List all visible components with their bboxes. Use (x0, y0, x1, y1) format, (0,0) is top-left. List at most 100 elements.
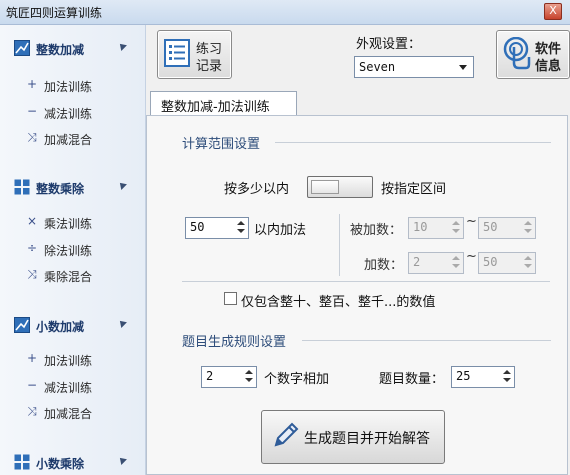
divider (275, 142, 551, 143)
digits-label: 个数字相加 (264, 372, 330, 387)
within-value-stepper[interactable]: 50 (185, 217, 249, 239)
chevron-down-icon (459, 65, 467, 70)
sidebar-item-label: 加法训练 (44, 80, 93, 94)
sidebar-item-decimal-add-sub-mix[interactable]: ⤨ 加减混合 (26, 404, 136, 421)
software-info-label-line2: 信息 (535, 59, 562, 74)
sidebar-group-decimal-mul-div[interactable]: 小数乘除 (14, 453, 134, 471)
digits-value: 2 (206, 369, 214, 383)
practice-record-button[interactable]: 练习 记录 (157, 30, 232, 79)
sidebar-item-label: 减法训练 (44, 107, 93, 121)
augend-min-stepper[interactable]: 10 (408, 217, 464, 239)
software-info-button[interactable]: 软件 信息 (496, 30, 570, 79)
divider (182, 281, 550, 282)
theme-select[interactable]: Seven (354, 56, 474, 78)
sidebar-item-decimal-sub[interactable]: − 减法训练 (26, 378, 136, 395)
collapse-arrow-icon[interactable] (117, 41, 127, 51)
range-tilde: ~ (466, 214, 477, 229)
close-icon: X (549, 4, 557, 17)
count-label: 题目数量： (379, 372, 445, 387)
toggle-knob[interactable] (311, 180, 339, 194)
addend-max-value: 50 (483, 255, 498, 269)
sidebar-group-label: 整数加减 (36, 43, 85, 57)
window-title: 筑匠四则运算训练 (6, 6, 103, 20)
list-icon (164, 39, 190, 67)
augend-label: 被加数： (350, 223, 403, 238)
addend-max-stepper[interactable]: 50 (478, 252, 536, 274)
sidebar-item-label: 加减混合 (44, 407, 93, 421)
shuffle-icon: ⤨ (27, 404, 37, 418)
sidebar-item-integer-add-sub-mix[interactable]: ⤨ 加减混合 (26, 130, 136, 147)
stepper-arrows-icon[interactable] (503, 369, 511, 383)
within-label: 以内加法 (254, 223, 307, 238)
sidebar-item-integer-add[interactable]: + 加法训练 (26, 77, 136, 94)
question-count-value: 25 (456, 369, 471, 383)
chart-icon (14, 317, 30, 333)
sidebar-item-integer-mul-div-mix[interactable]: ⤨ 乘除混合 (26, 267, 136, 284)
tab-label: 整数加减-加法训练 (161, 100, 270, 115)
stepper-arrows-icon[interactable] (524, 255, 532, 269)
sidebar-group-label: 小数乘除 (36, 457, 85, 471)
multiply-icon: × (26, 214, 38, 228)
plus-icon: + (26, 77, 38, 91)
within-value: 50 (190, 220, 205, 234)
stepper-arrows-icon[interactable] (237, 220, 245, 234)
theme-value: Seven (359, 60, 396, 74)
range-section-title: 计算范围设置 (182, 137, 261, 152)
range-mode-toggle[interactable] (307, 176, 373, 198)
sidebar-item-label: 加减混合 (44, 133, 93, 147)
divide-icon: ÷ (26, 241, 38, 255)
stepper-arrows-icon[interactable] (524, 220, 532, 234)
collapse-arrow-icon[interactable] (117, 318, 127, 328)
generate-label: 生成题目并开始解答 (304, 431, 430, 447)
augend-min-value: 10 (413, 220, 428, 234)
stepper-arrows-icon[interactable] (245, 369, 253, 383)
question-count-stepper[interactable]: 25 (451, 366, 515, 388)
appearance-label: 外观设置： (356, 37, 422, 52)
grid-icon (14, 454, 30, 470)
collapse-arrow-icon[interactable] (117, 180, 127, 190)
sidebar: 整数加减 + 加法训练 − 减法训练 ⤨ 加减混合 整数乘除 × 乘法训练 ÷ … (0, 25, 146, 475)
digits-stepper[interactable]: 2 (201, 366, 257, 388)
tab-integer-addition[interactable]: 整数加减-加法训练 (150, 91, 297, 116)
range-tilde: ~ (466, 249, 477, 264)
touch-icon (503, 37, 531, 70)
stepper-arrows-icon[interactable] (452, 255, 460, 269)
sidebar-group-decimal-add-sub[interactable]: 小数加减 (14, 316, 134, 334)
sidebar-item-integer-div[interactable]: ÷ 除法训练 (26, 241, 136, 258)
whole-number-checkbox[interactable] (224, 292, 237, 305)
plus-icon: + (26, 351, 38, 365)
practice-record-label-line2: 记录 (196, 59, 223, 74)
generate-button[interactable]: 生成题目并开始解答 (261, 410, 445, 464)
minus-icon: − (26, 378, 38, 392)
divider (302, 340, 551, 341)
augend-max-value: 50 (483, 220, 498, 234)
sidebar-group-label: 整数乘除 (36, 182, 85, 196)
sidebar-group-integer-add-sub[interactable]: 整数加减 (14, 39, 134, 57)
addend-min-value: 2 (413, 255, 421, 269)
close-button[interactable]: X (544, 3, 562, 20)
sidebar-item-label: 减法训练 (44, 381, 93, 395)
stepper-arrows-icon[interactable] (452, 220, 460, 234)
augend-max-stepper[interactable]: 50 (478, 217, 536, 239)
collapse-arrow-icon[interactable] (117, 455, 127, 465)
sidebar-item-label: 乘法训练 (44, 217, 93, 231)
sidebar-item-integer-mul[interactable]: × 乘法训练 (26, 214, 136, 231)
addend-label: 加数： (364, 258, 404, 273)
minus-icon: − (26, 104, 38, 118)
pencil-icon (274, 422, 299, 447)
sidebar-item-label: 乘除混合 (44, 270, 93, 284)
whole-number-label: 仅包含整十、整百、整千...的数值 (241, 295, 436, 310)
addend-min-stepper[interactable]: 2 (408, 252, 464, 274)
sidebar-item-label: 除法训练 (44, 244, 93, 258)
shuffle-icon: ⤨ (27, 130, 37, 144)
sidebar-item-decimal-add[interactable]: + 加法训练 (26, 351, 136, 368)
grid-icon (14, 179, 30, 195)
mode-left-label: 按多少以内 (224, 182, 290, 197)
vertical-divider (339, 214, 340, 276)
sidebar-group-label: 小数加减 (36, 320, 85, 334)
sidebar-item-integer-sub[interactable]: − 减法训练 (26, 104, 136, 121)
sidebar-group-integer-mul-div[interactable]: 整数乘除 (14, 178, 134, 196)
chart-icon (14, 40, 30, 56)
mode-right-label: 按指定区间 (381, 182, 447, 197)
shuffle-icon: ⤨ (27, 267, 37, 281)
